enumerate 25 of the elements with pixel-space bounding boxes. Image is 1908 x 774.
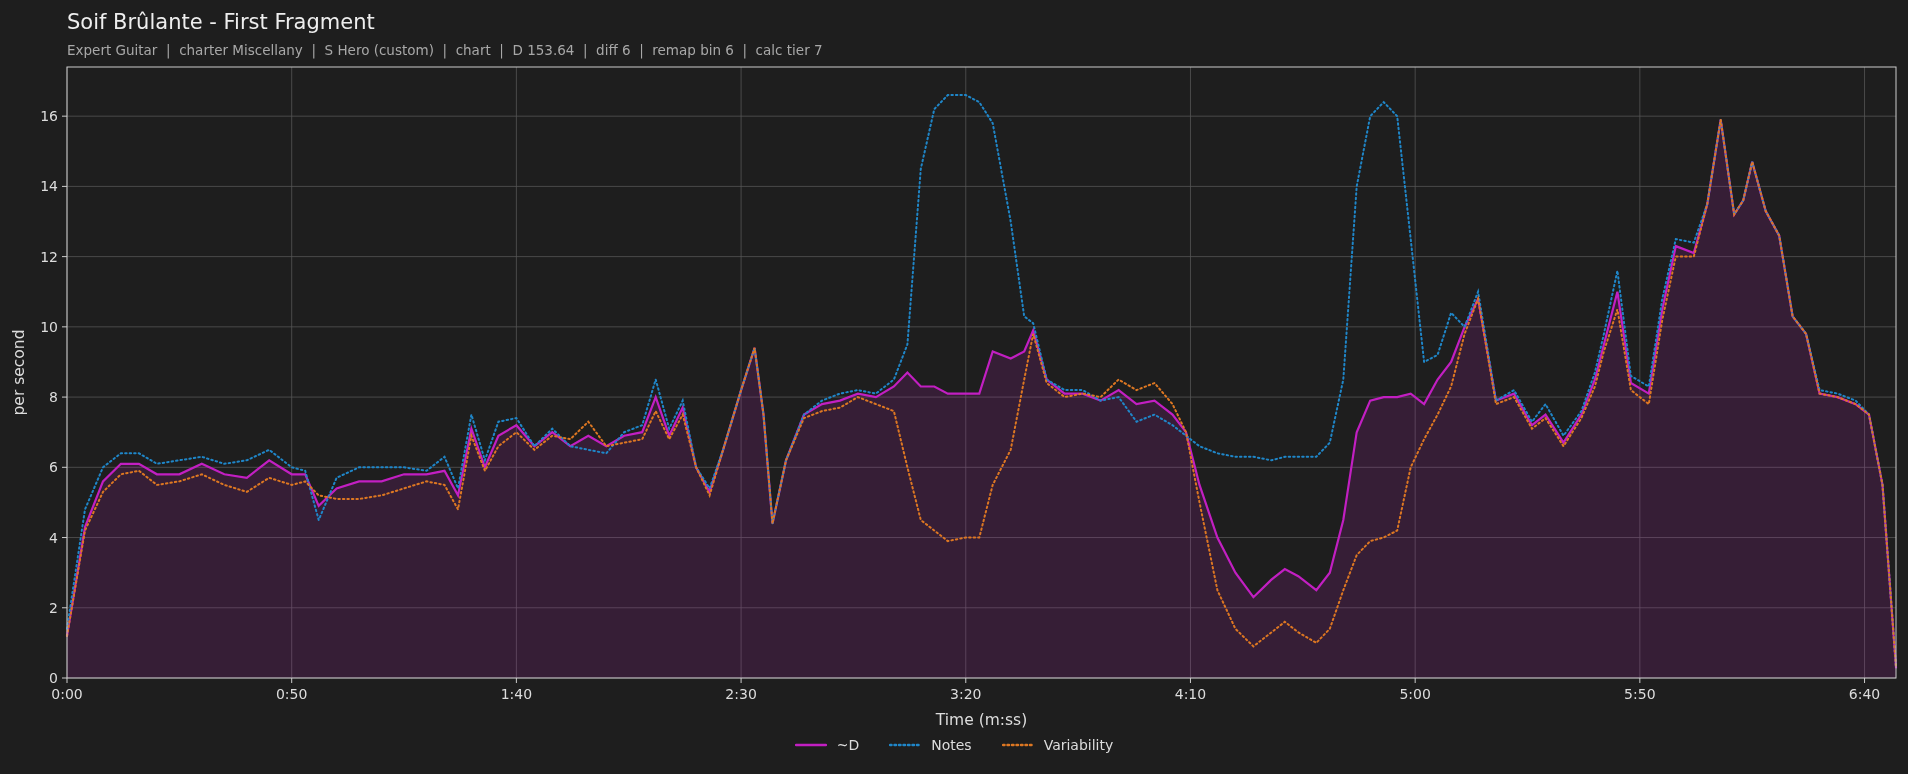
x-tick-label: 0:00 bbox=[51, 686, 83, 702]
x-tick-label: 5:50 bbox=[1624, 686, 1656, 702]
chart-subtitle: Expert Guitar | charter Miscellany | S Hero (custom) | chart | D 153.64 | diff 6 | remap bin 6 | calc tier 7 bbox=[67, 41, 824, 59]
y-tick-label: 12 bbox=[40, 248, 58, 265]
x-axis-label: Time (m:ss) bbox=[935, 711, 1028, 729]
legend-label: Variability bbox=[1043, 736, 1114, 755]
x-tick-label: 6:40 bbox=[1848, 686, 1881, 702]
x-tick-label: 1:40 bbox=[500, 686, 533, 702]
y-tick-label: 4 bbox=[49, 529, 58, 546]
y-tick-label: 14 bbox=[40, 178, 58, 195]
x-tick-label: 3:20 bbox=[950, 686, 982, 702]
y-tick-label: 6 bbox=[49, 459, 58, 476]
x-tick-label: 0:50 bbox=[275, 686, 308, 702]
y-tick-label: 2 bbox=[49, 599, 58, 616]
y-tick-label: 0 bbox=[49, 670, 58, 686]
y-tick-label: 16 bbox=[40, 108, 58, 125]
y-tick-label: 8 bbox=[49, 389, 58, 406]
legend-label: Notes bbox=[931, 736, 972, 755]
x-tick-label: 2:30 bbox=[725, 686, 757, 702]
y-axis-label: per second bbox=[10, 329, 28, 416]
y-tick-label: 10 bbox=[40, 318, 58, 335]
legend-label: ~D bbox=[836, 736, 860, 755]
chart-title: Soif Brûlante - First Fragment bbox=[67, 9, 376, 36]
x-tick-label: 4:10 bbox=[1174, 686, 1207, 702]
x-tick-label: 5:00 bbox=[1399, 686, 1431, 702]
